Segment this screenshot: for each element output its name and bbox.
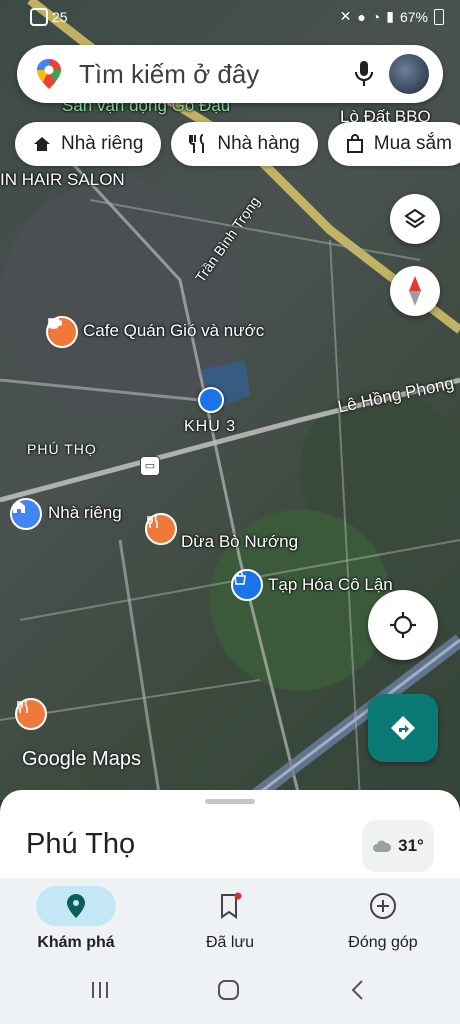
recent-apps-icon[interactable] [88,978,112,1002]
account-avatar[interactable] [389,54,429,94]
compass-button[interactable] [390,266,440,316]
category-chips: Nhà riêng Nhà hàng Mua sắm [15,122,460,166]
back-nav-icon[interactable] [346,978,370,1002]
weather-chip[interactable]: 31° [362,820,434,872]
sheet-drag-handle[interactable] [205,799,255,804]
nav-contribute[interactable]: Đóng góp [323,886,443,952]
nav-contribute-label: Đóng góp [348,934,418,951]
mute-icon: ✕ [339,8,352,24]
status-time: 25 [52,9,68,25]
chip-home[interactable]: Nhà riêng [15,122,162,166]
map-label-restaurant[interactable]: Dừa Bò Nướng [181,532,298,552]
google-maps-logo-icon [37,59,61,89]
map-view[interactable]: Sân vận động Gò Đậu Lò Đất BBQ IN HAIR S… [0,0,460,800]
restaurant-poi-icon[interactable] [145,513,177,545]
layers-button[interactable] [390,194,440,244]
place-name: Phú Thọ [26,828,136,860]
map-label-district: PHÚ THỌ [27,441,97,457]
bookmark-icon [170,886,290,926]
chip-restaurants[interactable]: Nhà hàng [171,122,318,166]
layers-icon [404,208,426,229]
map-label-home[interactable]: Nhà riêng [48,503,122,523]
chip-shopping-label: Mua sắm [373,133,452,154]
search-bar[interactable]: Tìm kiếm ở đây [17,45,443,103]
home-nav-icon[interactable] [216,978,242,1002]
chip-home-label: Nhà riêng [61,133,144,154]
restaurant-poi-icon-2[interactable] [15,698,47,730]
location-status-icon: ● [357,8,366,25]
map-label-area-khu3: KHU 3 [184,418,237,435]
bottom-navigation: Khám phá Đã lưu Đóng góp [0,878,460,1024]
nav-explore-label: Khám phá [37,934,115,951]
notification-icon [30,8,48,26]
signal-icon: ▮ [386,8,394,24]
home-poi-icon[interactable] [10,498,42,530]
directions-button[interactable] [368,694,438,762]
my-location-button[interactable] [368,590,438,660]
directions-icon [391,716,415,740]
google-maps-attribution: Google Maps [22,748,141,770]
status-bar: 25 ✕ ● ◔ ▮ 67% [0,0,460,34]
mic-icon[interactable] [353,60,375,88]
home-icon [34,137,50,151]
nav-explore[interactable]: Khám phá [16,886,136,952]
bus-stop-icon[interactable]: ▭ [140,456,160,476]
nav-saved[interactable]: Đã lưu [170,886,290,952]
cafe-poi-icon[interactable] [46,316,78,348]
alarm-icon: ◔ [371,8,381,25]
search-input[interactable]: Tìm kiếm ở đây [79,59,259,90]
map-label-cafe[interactable]: Cafe Quán Gió và nước [83,321,264,341]
restaurant-icon [189,134,205,153]
chip-shopping[interactable]: Mua sắm [327,122,460,166]
nav-saved-label: Đã lưu [205,934,255,951]
temperature: 31° [398,836,424,855]
explore-pin-icon [36,886,116,926]
battery-level: 67% [399,8,428,25]
battery-icon [434,8,444,25]
map-label-grocery[interactable]: Tạp Hóa Cô Lận [268,575,393,595]
grocery-poi-icon[interactable] [231,569,263,601]
add-circle-icon [323,886,443,926]
cloud-icon [373,840,392,852]
my-location-icon [390,612,416,638]
current-location-dot [198,387,224,413]
shopping-bag-icon [346,134,363,153]
map-label-hair-salon[interactable]: IN HAIR SALON [0,170,125,190]
chip-restaurants-label: Nhà hàng [217,133,300,154]
compass-icon [409,276,421,306]
